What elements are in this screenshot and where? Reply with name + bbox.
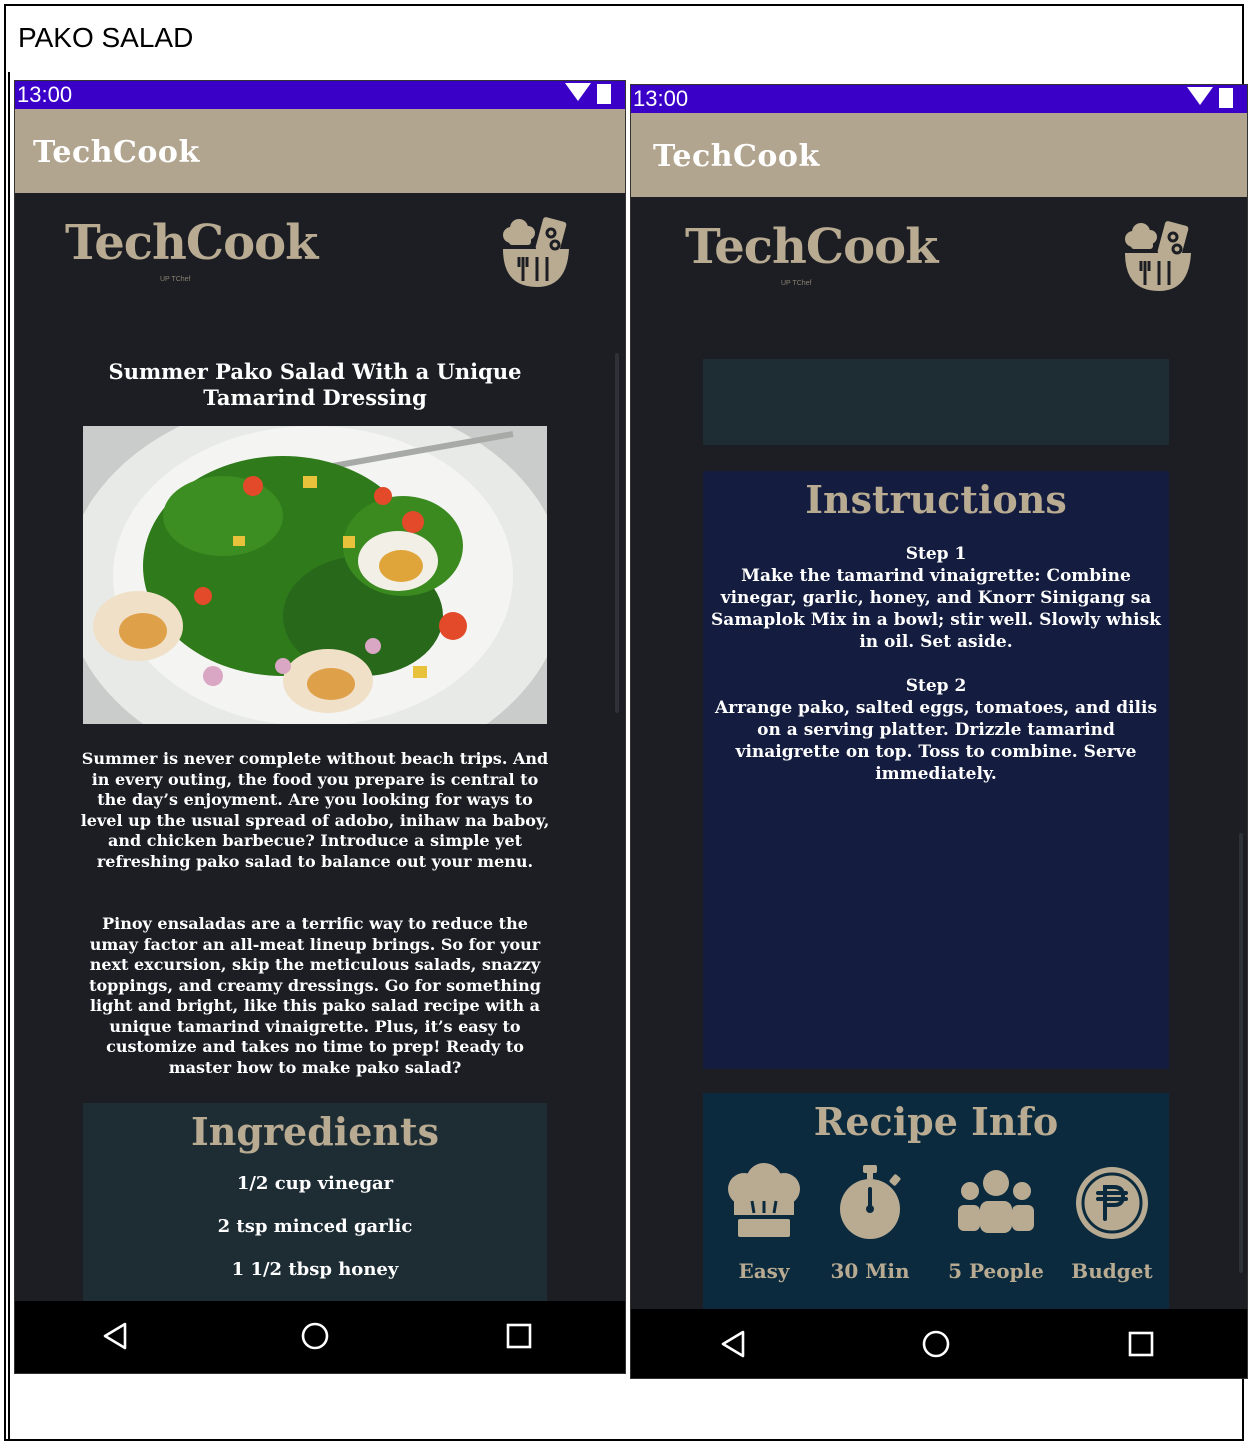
info-time: 30 Min <box>815 1163 925 1283</box>
info-label: Budget <box>1071 1259 1153 1283</box>
info-label: 5 People <box>948 1259 1044 1283</box>
logo-text: TechCook <box>685 219 938 275</box>
info-cost: Budget <box>1057 1163 1167 1283</box>
home-icon[interactable] <box>921 1329 951 1359</box>
ingredient-item: 2 tsp minced garlic <box>217 1216 413 1237</box>
instructions-card: Instructions Step 1 Make the tamarind vi… <box>703 471 1169 1069</box>
recipe-info-card: Recipe Info Easy 30 Min 5 People Budget <box>703 1093 1169 1313</box>
recipe-info-heading: Recipe Info <box>813 1099 1059 1144</box>
app-bar: TechCook <box>15 109 625 193</box>
logo-subtext: UP TChef <box>781 280 812 287</box>
scrollbar[interactable] <box>1239 833 1243 1273</box>
recipe-description-1: Summer is never complete without beach t… <box>80 749 550 871</box>
info-servings: 5 People <box>941 1163 1051 1283</box>
app-title: TechCook <box>33 135 200 170</box>
logo-text: TechCook <box>65 215 318 271</box>
info-label: 30 Min <box>830 1259 910 1283</box>
back-icon[interactable] <box>719 1329 747 1359</box>
chef-hat-icon <box>728 1163 800 1237</box>
ingredients-heading: Ingredients <box>191 1109 439 1154</box>
step-label: Step 1 <box>905 544 967 564</box>
status-bar: 13:00 <box>15 81 625 109</box>
nav-bar <box>631 1309 1247 1378</box>
recents-icon[interactable] <box>505 1321 533 1351</box>
status-time: 13:00 <box>633 86 689 111</box>
recipe-photo <box>83 426 547 724</box>
document-title: PAKO SALAD <box>18 22 194 53</box>
battery-icon <box>1219 88 1233 108</box>
step-text: Make the tamarind vinaigrette: Combine v… <box>711 566 1161 652</box>
scrollbar[interactable] <box>615 353 619 713</box>
ingredient-item: 1/2 cup vinegar <box>236 1173 394 1194</box>
home-icon[interactable] <box>300 1321 330 1351</box>
logo-subtext: UP TChef <box>160 276 191 283</box>
recipe-description-2: Pinoy ensaladas are a terrific way to re… <box>89 914 541 1077</box>
app-bar: TechCook <box>631 113 1247 197</box>
recipe-title: Summer Pako Salad With a Unique Tamarind… <box>108 359 522 410</box>
status-bar: 13:00 <box>631 85 1247 113</box>
app-title: TechCook <box>653 139 820 174</box>
peso-coin-icon <box>1076 1167 1148 1239</box>
back-icon[interactable] <box>101 1321 129 1351</box>
battery-icon <box>597 84 611 104</box>
empty-card <box>703 359 1169 445</box>
phone-screen-recipe: 13:00 TechCook TechCook UP TChef Summer … <box>14 80 626 1374</box>
frame-divider <box>8 72 10 1441</box>
chef-utensils-icon <box>503 217 569 287</box>
ingredients-card: Ingredients 1/2 cup vinegar 2 tsp minced… <box>83 1103 547 1303</box>
ingredient-item: 1 1/2 tbsp honey <box>231 1259 399 1280</box>
chef-utensils-icon <box>1125 221 1191 291</box>
people-icon <box>958 1170 1034 1233</box>
info-label: Easy <box>738 1259 790 1283</box>
step-text: Arrange pako, salted eggs, tomatoes, and… <box>714 698 1158 784</box>
recents-icon[interactable] <box>1127 1329 1155 1359</box>
signal-icon <box>565 83 591 101</box>
status-time: 13:00 <box>17 82 73 107</box>
instructions-heading: Instructions <box>805 477 1067 522</box>
phone-screen-instructions: 13:00 TechCook TechCook UP TChef Instruc… <box>630 84 1248 1379</box>
info-difficulty: Easy <box>709 1163 819 1283</box>
nav-bar <box>15 1301 625 1373</box>
stopwatch-icon <box>840 1165 901 1239</box>
signal-icon <box>1187 87 1213 105</box>
step-label: Step 2 <box>905 676 967 696</box>
